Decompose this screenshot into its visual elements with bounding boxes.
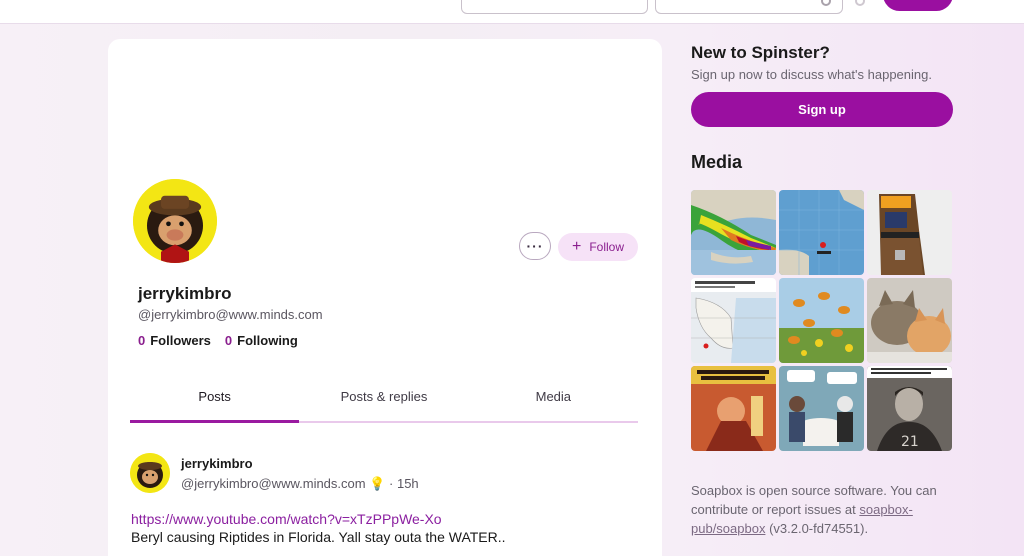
signup-panel-subtitle: Sign up now to discuss what's happening. [691,67,932,82]
media-thumb-weather-map[interactable] [691,190,776,275]
media-thumb-ocean-map[interactable] [779,190,864,275]
media-thumb-comic-cover[interactable] [691,366,776,451]
footer-suffix: (v3.2.0-fd74551). [765,521,869,536]
following-count: 0 [224,333,233,348]
profile-card: ··· + Follow jerrykimbro @jerrykimbro@ww… [108,39,662,556]
post-meta: @jerrykimbro@www.minds.com 💡 · 15h [181,476,419,492]
password-field[interactable] [655,0,843,14]
help-icon[interactable] [855,0,865,6]
followers-link[interactable]: 0 Followers [138,333,211,348]
post-text: Beryl causing Riptides in Florida. Yall … [131,529,506,545]
followers-label: Followers [150,333,211,348]
media-thumb-cats[interactable] [867,278,952,363]
media-panel-title: Media [691,152,743,172]
media-thumb-arcade[interactable] [867,190,952,275]
plus-icon: + [571,238,582,255]
media-thumb-vintage-photo[interactable]: 21 [867,366,952,451]
tab-media[interactable]: Media [469,377,638,421]
username-field[interactable] [461,0,648,14]
top-bar [0,0,1024,24]
profile-stats: 0 Followers 0 Following [138,333,298,348]
post-link[interactable]: https://www.youtube.com/watch?v=xTzPPpWe… [131,511,442,527]
post-time[interactable]: · 15h [389,476,419,491]
media-thumb-butterflies[interactable] [779,278,864,363]
signup-panel-title: New to Spinster? [691,43,830,62]
footer-text: Soapbox is open source software. You can… [691,481,961,538]
media-grid: 21 [691,190,953,452]
following-link[interactable]: 0 Following [225,333,298,348]
media-thumb-cartoon[interactable] [779,366,864,451]
follow-label: Follow [589,240,625,254]
follow-button[interactable]: + Follow [558,233,638,261]
svg-text:21: 21 [901,434,919,450]
profile-handle: @jerrykimbro@www.minds.com [138,307,323,322]
profile-display-name: jerrykimbro [138,284,232,303]
followers-count: 0 [138,333,146,348]
post-avatar[interactable] [130,453,170,493]
tab-posts[interactable]: Posts [130,377,300,423]
signup-button[interactable]: Sign up [691,92,953,127]
media-thumb-storm-map[interactable] [691,278,776,363]
lightbulb-icon: 💡 [369,476,386,491]
following-label: Following [237,333,298,348]
profile-avatar[interactable] [130,176,220,266]
tab-posts-replies[interactable]: Posts & replies [299,377,468,421]
login-button[interactable] [883,0,953,11]
more-options-button[interactable]: ··· [519,232,551,260]
post-author[interactable]: jerrykimbro [181,456,253,471]
profile-tabs: Posts Posts & replies Media [130,377,638,423]
post-handle: @jerrykimbro@www.minds.com [181,476,366,491]
